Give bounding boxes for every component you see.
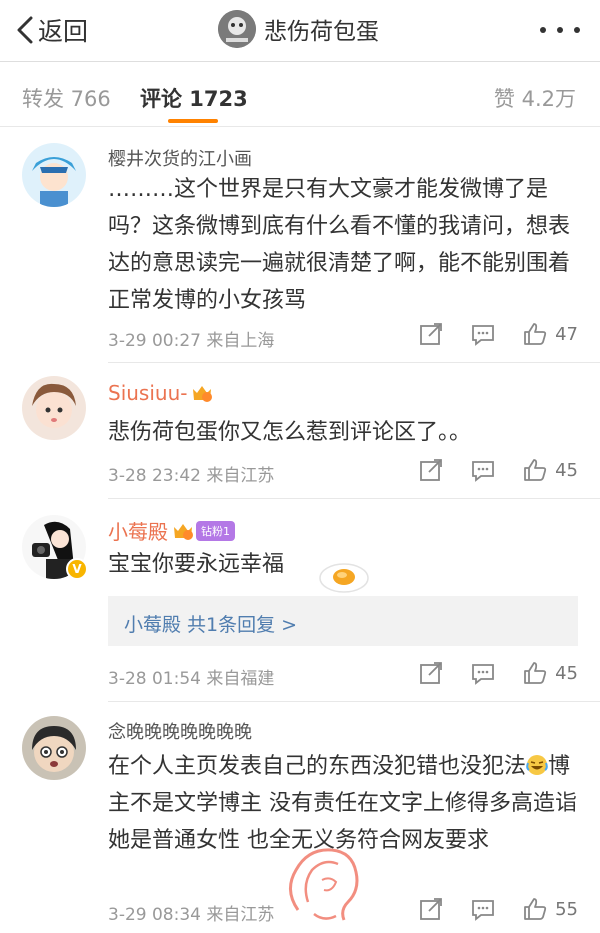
comment-meta: 3-29 00:27 来自上海 <box>108 331 275 351</box>
comment-icon[interactable] <box>471 661 495 685</box>
avatar[interactable] <box>22 143 86 207</box>
like-button[interactable]: 47 <box>523 322 578 346</box>
crying-laugh-emoji <box>526 755 548 775</box>
egg-sticker <box>319 563 369 593</box>
like-icon <box>524 898 547 920</box>
nav-avatar <box>218 10 256 48</box>
comment-actions: 55 <box>391 897 578 921</box>
comment-meta: 3-28 23:42 来自江苏 <box>108 466 275 486</box>
comment-username[interactable]: 念晚晚晚晚晚晚晚 <box>108 718 252 744</box>
like-icon <box>524 323 547 345</box>
tab-repost[interactable]: 转发 766 <box>22 83 111 113</box>
tab-comment[interactable]: 评论 1723 <box>140 83 248 113</box>
username-text: 小莓殿 <box>108 520 168 544</box>
like-count: 47 <box>555 323 578 345</box>
back-button[interactable]: 返回 <box>16 12 88 48</box>
comment-username[interactable]: Siusiuu- <box>108 381 213 405</box>
repost-icon[interactable] <box>419 458 443 482</box>
avatar[interactable] <box>22 716 86 780</box>
avatar[interactable] <box>22 376 86 440</box>
tab-like[interactable]: 赞 4.2万 <box>494 83 576 113</box>
comment-actions: 45 <box>391 458 578 482</box>
comment-meta: 3-29 08:34 来自江苏 <box>108 905 275 925</box>
repost-icon[interactable] <box>419 661 443 685</box>
active-tab-indicator <box>168 119 218 123</box>
repost-icon[interactable] <box>419 897 443 921</box>
comment-actions: 45 <box>391 661 578 685</box>
fan-badge: 钻粉1 <box>196 520 235 541</box>
comment-icon[interactable] <box>471 458 495 482</box>
like-button[interactable]: 45 <box>523 458 578 482</box>
like-count: 45 <box>555 662 578 684</box>
divider <box>108 362 600 363</box>
back-chevron-icon <box>17 16 33 44</box>
divider <box>108 498 600 499</box>
verified-icon: V <box>66 558 88 580</box>
comment-username[interactable]: 小莓殿 钻粉1 <box>108 516 235 545</box>
like-count: 45 <box>555 459 578 481</box>
comment-text: ………这个世界是只有大文豪才能发微博了是吗？这条微博到底有什么看不懂的我请问，想… <box>108 177 571 313</box>
back-label: 返回 <box>38 17 89 46</box>
comment-meta: 3-28 01:54 来自福建 <box>108 669 275 689</box>
crown-icon <box>193 386 213 402</box>
comment-actions: 47 <box>391 322 578 346</box>
like-icon <box>524 662 547 684</box>
like-icon <box>524 459 547 481</box>
tab-bar: 转发 766 评论 1723 赞 4.2万 <box>0 63 600 127</box>
comment-icon[interactable] <box>471 897 495 921</box>
comment-text-part: 在个人主页发表自己的东西没犯错也没犯法 <box>108 754 527 779</box>
reply-summary-button[interactable]: 小莓殿 共1条回复 > <box>108 596 578 646</box>
nav-bar: 返回 悲伤荷包蛋 <box>0 0 600 62</box>
watermark-icon <box>289 848 359 921</box>
more-icon[interactable] <box>540 18 580 42</box>
comment-username[interactable]: 樱井次货的江小画 <box>108 145 252 171</box>
comment-text: 悲伤荷包蛋你又怎么惹到评论区了。。 <box>108 420 472 445</box>
username-text: Siusiuu- <box>108 381 188 405</box>
repost-icon[interactable] <box>419 322 443 346</box>
comment-icon[interactable] <box>471 322 495 346</box>
like-count: 55 <box>555 898 578 920</box>
crown-icon <box>174 523 193 540</box>
profile-header[interactable]: 悲伤荷包蛋 <box>218 10 379 48</box>
page-title: 悲伤荷包蛋 <box>264 19 379 45</box>
like-button[interactable]: 45 <box>523 661 578 685</box>
divider <box>108 701 600 702</box>
like-button[interactable]: 55 <box>523 897 578 921</box>
